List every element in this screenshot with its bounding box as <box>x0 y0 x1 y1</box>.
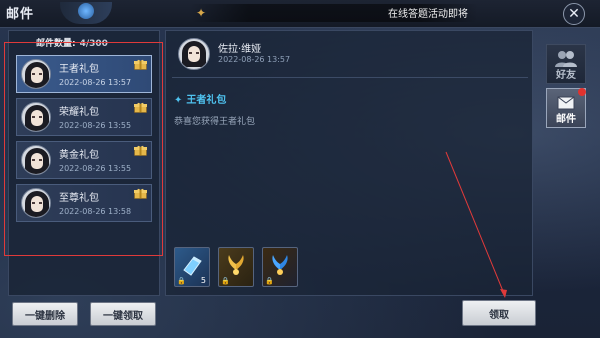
attachment-slot[interactable]: 🔒 <box>218 247 254 287</box>
tab-mail[interactable]: 邮件 <box>546 88 586 128</box>
mail-item-title: 荣耀礼包 <box>59 107 99 118</box>
mail-list-item[interactable]: 黄金礼包 2022-08-26 13:55 <box>16 141 152 179</box>
mail-item-time: 2022-08-26 13:55 <box>59 164 132 173</box>
mail-count-value: 4/300 <box>79 39 108 49</box>
mail-list-item[interactable]: 至尊礼包 2022-08-26 13:58 <box>16 184 152 222</box>
ornament-icon: ✦ <box>196 6 207 20</box>
sender-avatar-icon <box>21 59 51 89</box>
gift-icon <box>134 145 147 156</box>
lock-icon: 🔒 <box>221 277 230 285</box>
sender-name: 佐拉·维娅 <box>218 44 262 55</box>
gift-icon <box>134 59 147 70</box>
mail-item-title: 黄金礼包 <box>59 150 99 161</box>
claim-button[interactable]: 领取 <box>462 300 536 326</box>
claim-all-button[interactable]: 一键领取 <box>90 302 156 326</box>
lock-icon: 🔒 <box>177 277 186 285</box>
sender-avatar-icon <box>21 145 51 175</box>
mail-body: 恭喜您获得王者礼包 <box>174 117 256 127</box>
notification-badge <box>578 88 586 96</box>
tab-mail-label: 邮件 <box>556 114 576 125</box>
lock-icon: 🔒 <box>265 277 274 285</box>
gift-icon <box>134 102 147 113</box>
window-title: 邮件 <box>6 7 35 22</box>
tab-friends-label: 好友 <box>556 70 576 81</box>
title-bar: 邮件 ✦ 在线答题活动即将 ✕ <box>0 0 600 28</box>
item-quantity: 5 <box>200 276 206 285</box>
attachment-slot[interactable]: 🔒 <box>262 247 298 287</box>
close-button[interactable]: ✕ <box>563 3 585 25</box>
mail-item-title: 至尊礼包 <box>59 193 99 204</box>
delete-all-button[interactable]: 一键删除 <box>12 302 78 326</box>
announcement-text: 在线答题活动即将 <box>388 9 468 20</box>
mail-time: 2022-08-26 13:57 <box>218 55 291 64</box>
mail-count-label: 邮件数量: <box>36 39 76 49</box>
sender-avatar-icon <box>178 38 210 70</box>
gem-icon <box>78 3 94 19</box>
attachment-slot[interactable]: 🔒 5 <box>174 247 210 287</box>
announcement-marquee: ✦ 在线答题活动即将 <box>190 4 478 22</box>
title-ornament <box>60 2 112 24</box>
mail-list-item[interactable]: 王者礼包 2022-08-26 13:57 <box>16 55 152 93</box>
mail-list-item[interactable]: 荣耀礼包 2022-08-26 13:55 <box>16 98 152 136</box>
mail-item-time: 2022-08-26 13:58 <box>59 207 132 216</box>
gift-icon <box>134 188 147 199</box>
mail-item-time: 2022-08-26 13:57 <box>59 78 132 87</box>
mail-count: 邮件数量: 4/300 <box>36 36 108 49</box>
sender-avatar-icon <box>21 102 51 132</box>
mail-subject: ✦ 王者礼包 <box>174 95 227 106</box>
mail-item-title: 王者礼包 <box>59 64 99 75</box>
divider <box>172 77 528 78</box>
mail-item-time: 2022-08-26 13:55 <box>59 121 132 130</box>
sender-avatar-icon <box>21 188 51 218</box>
tab-friends[interactable]: 好友 <box>546 44 586 84</box>
